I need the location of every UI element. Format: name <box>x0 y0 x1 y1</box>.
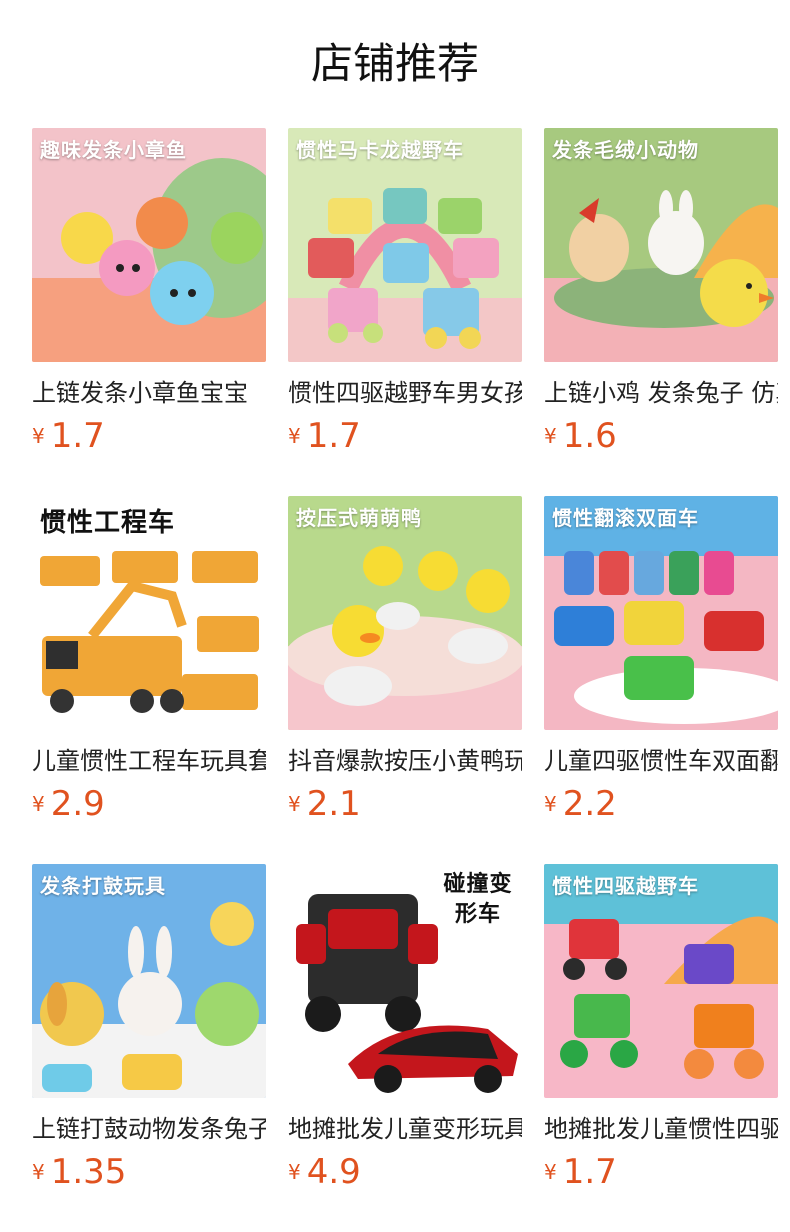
price-value: 4.9 <box>306 1152 361 1192</box>
product-name[interactable]: 地摊批发儿童惯性四驱车 <box>544 1112 778 1146</box>
drumming-animals-illustration <box>32 864 266 1098</box>
price-value: 1.35 <box>50 1152 127 1192</box>
product-name[interactable]: 上链小鸡 发条兔子 仿真 <box>544 376 778 410</box>
product-name[interactable]: 儿童惯性工程车玩具套装 <box>32 744 266 778</box>
price-value: 1.7 <box>562 1152 617 1192</box>
product-card[interactable]: 惯性翻滚双面车 儿童四驱惯性车双面翻滚 ¥2.2 <box>544 496 778 864</box>
product-price: ¥2.9 <box>32 782 105 826</box>
product-price: ¥1.7 <box>288 414 361 458</box>
store-recommend-page: 店铺推荐 趣味发条小章鱼 上链发条小章鱼宝宝 ¥ 1.7 惯性马卡龙越野车 惯性… <box>0 0 790 1232</box>
currency-symbol: ¥ <box>288 1160 301 1184</box>
price-value: 1.7 <box>50 416 105 456</box>
product-name[interactable]: 地摊批发儿童变形玩具车 <box>288 1112 522 1146</box>
product-card[interactable]: 发条打鼓玩具 上链打鼓动物发条兔子 ¥1.35 <box>32 864 266 1232</box>
product-name[interactable]: 惯性四驱越野车男女孩 <box>288 376 522 410</box>
currency-symbol: ¥ <box>544 1160 557 1184</box>
image-banner-text: 趣味发条小章鱼 <box>40 138 187 162</box>
product-price: ¥4.9 <box>288 1150 361 1194</box>
product-image[interactable]: 惯性马卡龙越野车 <box>288 128 522 362</box>
product-name[interactable]: 抖音爆款按压小黄鸭玩具 <box>288 744 522 778</box>
product-image[interactable]: 发条毛绒小动物 <box>544 128 778 362</box>
product-price: ¥2.1 <box>288 782 361 826</box>
product-price: ¥1.7 <box>32 414 105 458</box>
page-title: 店铺推荐 <box>310 39 479 88</box>
plush-animals-illustration <box>544 128 778 362</box>
price-value: 2.1 <box>306 784 361 824</box>
image-banner-text: 发条毛绒小动物 <box>552 138 699 162</box>
product-price: ¥1.7 <box>544 1150 617 1194</box>
product-name[interactable]: 上链发条小章鱼宝宝 <box>32 376 266 410</box>
product-card[interactable]: 趣味发条小章鱼 上链发条小章鱼宝宝 ¥1.7 <box>32 128 266 496</box>
currency-symbol: ¥ <box>32 1160 45 1184</box>
image-banner-text: 惯性工程车 <box>40 508 176 538</box>
image-banner-text: 发条打鼓玩具 <box>40 874 166 898</box>
monster-trucks-illustration <box>544 864 778 1098</box>
product-card[interactable]: 惯性马卡龙越野车 惯性四驱越野车男女孩 ¥1.7 <box>288 128 522 496</box>
price-value: 2.2 <box>562 784 617 824</box>
product-image[interactable]: 惯性四驱越野车 <box>544 864 778 1098</box>
product-card[interactable]: 惯性四驱越野车 地摊批发儿童惯性四驱车 ¥1.7 <box>544 864 778 1232</box>
currency-symbol: ¥ <box>544 424 557 448</box>
product-image[interactable]: 惯性翻滚双面车 <box>544 496 778 730</box>
currency-symbol: ¥ <box>32 424 45 448</box>
product-card[interactable]: 惯性工程车 儿童惯性工程车玩具套装 ¥2.9 <box>32 496 266 864</box>
price-value: 1.7 <box>306 416 361 456</box>
price-value: 2.9 <box>50 784 105 824</box>
product-name[interactable]: 上链打鼓动物发条兔子 <box>32 1112 266 1146</box>
product-card[interactable]: 按压式萌萌鸭 抖音爆款按压小黄鸭玩具 ¥2.1 <box>288 496 522 864</box>
offroad-cars-illustration <box>288 128 522 362</box>
product-image[interactable]: 碰撞变形车 <box>288 864 522 1098</box>
product-image[interactable]: 惯性工程车 <box>32 496 266 730</box>
image-banner-text: 惯性翻滚双面车 <box>552 506 699 530</box>
currency-symbol: ¥ <box>288 792 301 816</box>
flip-cars-illustration <box>544 496 778 730</box>
image-banner-text: 碰撞变形车 <box>443 872 513 927</box>
currency-symbol: ¥ <box>544 792 557 816</box>
product-grid: 趣味发条小章鱼 上链发条小章鱼宝宝 ¥1.7 惯性马卡龙越野车 惯性四驱越野车男… <box>32 128 790 1232</box>
product-price: ¥1.6 <box>544 414 617 458</box>
product-image[interactable]: 发条打鼓玩具 <box>32 864 266 1098</box>
product-card[interactable]: 碰撞变形车 地摊批发儿童变形玩具车 ¥4.9 <box>288 864 522 1232</box>
product-price: ¥1.35 <box>32 1150 126 1194</box>
image-banner-text: 按压式萌萌鸭 <box>296 506 422 530</box>
image-banner-text: 惯性四驱越野车 <box>552 874 699 898</box>
currency-symbol: ¥ <box>32 792 45 816</box>
octopus-toys-illustration <box>32 128 266 362</box>
product-price: ¥2.2 <box>544 782 617 826</box>
product-image[interactable]: 按压式萌萌鸭 <box>288 496 522 730</box>
currency-symbol: ¥ <box>288 424 301 448</box>
product-image[interactable]: 趣味发条小章鱼 <box>32 128 266 362</box>
image-banner-text: 惯性马卡龙越野车 <box>296 138 464 162</box>
product-card[interactable]: 发条毛绒小动物 上链小鸡 发条兔子 仿真 ¥1.6 <box>544 128 778 496</box>
price-value: 1.6 <box>562 416 617 456</box>
yellow-duck-toys-illustration <box>288 496 522 730</box>
product-name[interactable]: 儿童四驱惯性车双面翻滚 <box>544 744 778 778</box>
